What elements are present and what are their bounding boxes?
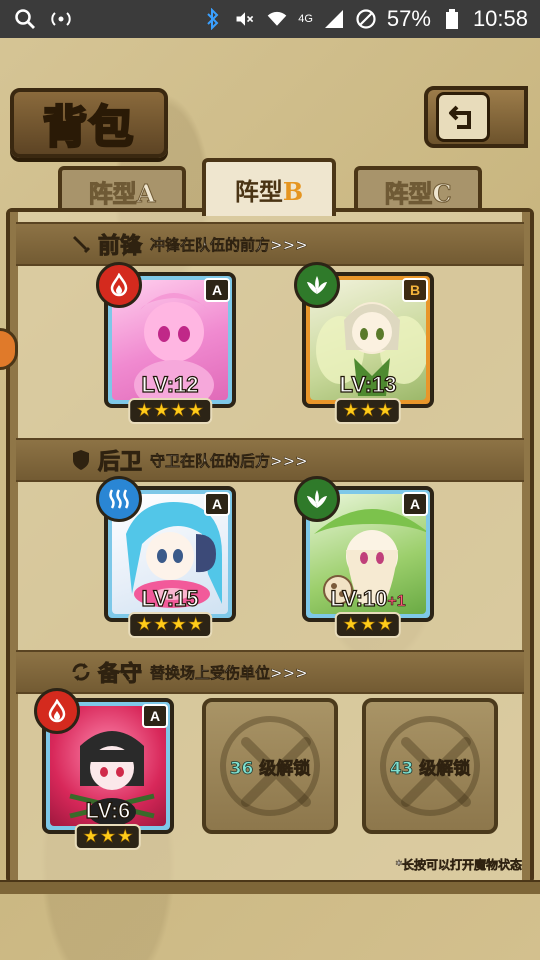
shield-icon bbox=[70, 449, 92, 471]
clock: 10:58 bbox=[472, 6, 528, 31]
tab-formation-a[interactable]: 阵型A bbox=[58, 166, 186, 212]
fire-element-icon bbox=[96, 262, 142, 308]
locked-slot-2: 43 级解锁 bbox=[362, 698, 498, 834]
tab-formation-c[interactable]: 阵型C bbox=[354, 166, 482, 212]
no-disturb-icon bbox=[355, 8, 377, 30]
unit-card-rear1[interactable]: A LV:15 ★ ★ ★ ★ bbox=[96, 476, 236, 638]
cell-signal-icon bbox=[323, 8, 345, 30]
unit-card-front2[interactable]: B LV:13 ★ ★ ★ bbox=[294, 262, 434, 424]
rank-badge: A bbox=[402, 492, 428, 516]
unit-level: LV:13 bbox=[339, 371, 397, 397]
page-title: 背包 bbox=[42, 101, 135, 155]
bluetooth-icon bbox=[202, 8, 224, 30]
level-bonus: +1 bbox=[387, 593, 406, 611]
unlock-requirement: 43 级解锁 bbox=[389, 754, 471, 779]
page-title-plate: 背包 bbox=[10, 88, 168, 158]
tab-label: 阵型 bbox=[88, 178, 137, 208]
unit-level: LV:10 bbox=[330, 585, 388, 611]
unlock-level: 36 bbox=[229, 758, 254, 779]
back-button[interactable] bbox=[424, 86, 528, 148]
leaf-element-icon bbox=[294, 262, 340, 308]
wifi-icon bbox=[266, 8, 288, 30]
return-icon bbox=[436, 92, 490, 142]
unit-level-row: LV:10+1 bbox=[306, 585, 430, 612]
unit-level: LV:12 bbox=[141, 371, 199, 397]
tab-letter: B bbox=[282, 176, 304, 206]
section-title: 后卫 bbox=[97, 449, 143, 476]
rank-badge: A bbox=[142, 704, 168, 728]
leaf-element-icon bbox=[294, 476, 340, 522]
tab-formation-b[interactable]: 阵型B bbox=[202, 158, 336, 216]
status-bar: 4G 57% 10:58 bbox=[0, 0, 540, 38]
fire-element-icon bbox=[34, 688, 80, 734]
unit-card-front1[interactable]: A LV:12 ★ ★ ★ ★ bbox=[96, 262, 236, 424]
swap-icon bbox=[70, 661, 92, 683]
section-rear: 后卫 守卫在队伍的后方>>> bbox=[16, 438, 524, 482]
tab-label: 阵型 bbox=[384, 178, 433, 208]
section-title: 前锋 bbox=[97, 233, 143, 260]
section-title: 备守 bbox=[97, 661, 143, 688]
star-rating: ★ ★ ★ ★ bbox=[128, 398, 212, 424]
unlock-label: 级解锁 bbox=[419, 758, 471, 779]
water-element-icon bbox=[96, 476, 142, 522]
network-type: 4G bbox=[298, 13, 313, 25]
mute-icon bbox=[234, 8, 256, 30]
unit-card-reserve1[interactable]: A LV:6 ★ ★ ★ bbox=[34, 688, 174, 850]
section-front: 前锋 冲锋在队伍的前方>>> bbox=[16, 222, 524, 266]
rank-badge: A bbox=[204, 278, 230, 302]
unit-card-rear2[interactable]: A LV:10+1 ★ ★ ★ bbox=[294, 476, 434, 638]
unlock-label: 级解锁 bbox=[259, 758, 311, 779]
sword-icon bbox=[70, 233, 92, 255]
long-press-hint: *长按可以打开魔物状态 bbox=[395, 858, 522, 873]
battery-icon bbox=[441, 8, 463, 30]
unit-level: LV:6 bbox=[85, 797, 131, 823]
section-description: 冲锋在队伍的前方>>> bbox=[150, 235, 308, 254]
tab-letter: A bbox=[136, 178, 156, 208]
unlock-requirement: 36 级解锁 bbox=[229, 754, 311, 779]
star-rating: ★ ★ ★ ★ bbox=[128, 612, 212, 638]
panel-bottom-border bbox=[0, 880, 540, 894]
unit-level: LV:15 bbox=[141, 585, 199, 611]
tab-letter: C bbox=[432, 178, 452, 208]
star-rating: ★ ★ ★ bbox=[334, 398, 402, 424]
tab-label: 阵型 bbox=[234, 176, 283, 206]
battery-percent: 57% bbox=[386, 6, 431, 31]
rank-badge: B bbox=[402, 278, 428, 302]
signal-app-icon bbox=[50, 8, 72, 30]
section-description: 守卫在队伍的后方>>> bbox=[150, 451, 308, 470]
star-rating: ★ ★ ★ bbox=[74, 824, 142, 850]
unlock-level: 43 bbox=[389, 758, 414, 779]
star-rating: ★ ★ ★ bbox=[334, 612, 402, 638]
section-description: 替换场上受伤单位>>> bbox=[150, 663, 308, 682]
section-reserve: 备守 替换场上受伤单位>>> bbox=[16, 650, 524, 694]
rank-badge: A bbox=[204, 492, 230, 516]
locked-slot-1: 36 级解锁 bbox=[202, 698, 338, 834]
search-icon bbox=[14, 8, 36, 30]
